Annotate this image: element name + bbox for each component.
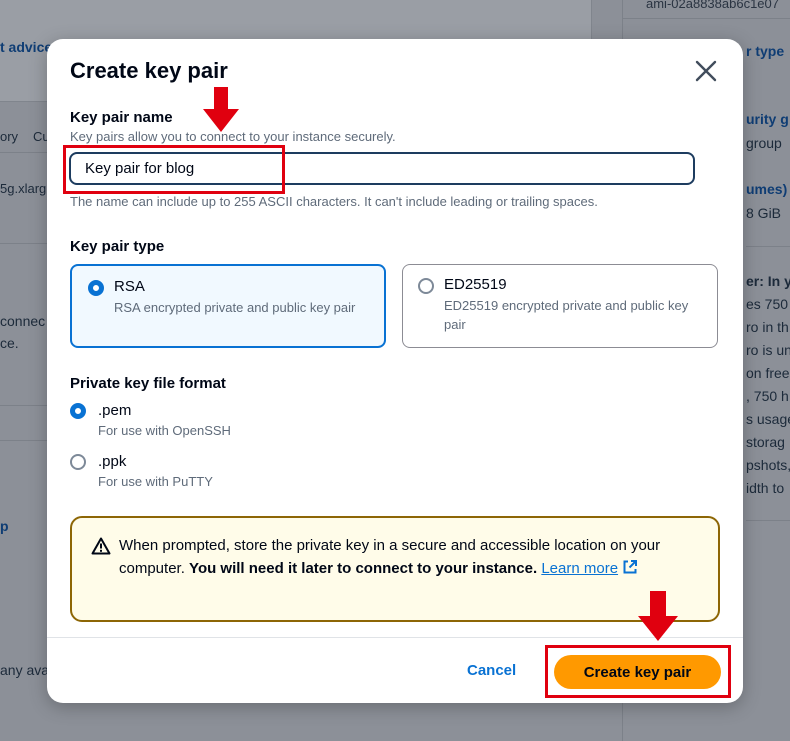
pem-radio[interactable] (70, 403, 86, 419)
divider (746, 520, 790, 521)
close-icon (695, 60, 717, 82)
ppk-radio[interactable] (70, 454, 86, 470)
bg-fragment: ro in th (746, 319, 789, 335)
file-format-label: Private key file format (70, 375, 226, 392)
pem-option-title: .pem (98, 402, 132, 419)
bg-fragment: p (0, 518, 9, 534)
modal-title: Create key pair (70, 58, 228, 83)
radio-selected[interactable] (88, 280, 104, 296)
bg-fragment: idth to (746, 480, 785, 496)
key-type-option-ed25519[interactable]: ED25519 ED25519 encrypted private and pu… (402, 264, 718, 348)
divider (0, 243, 47, 244)
bg-fragment: es 750 (746, 296, 789, 312)
bg-fragment: ce. (0, 335, 19, 351)
external-link-icon[interactable] (622, 559, 638, 575)
divider (0, 440, 47, 441)
alert-message: When prompted, store the private key in … (119, 534, 694, 580)
bg-fragment: pshots, (746, 457, 790, 473)
close-button[interactable] (691, 56, 721, 86)
divider (0, 405, 47, 406)
pem-option-description: For use with OpenSSH (98, 423, 231, 438)
bg-fragment: r type (746, 43, 785, 59)
option-description: RSA encrypted private and public key pai… (114, 300, 356, 315)
alert-bold-text: You will need it later to connect to you… (189, 560, 538, 577)
option-description: ED25519 encrypted private and public key… (444, 298, 689, 332)
bg-fragment: on free (746, 365, 790, 381)
highlight-box (545, 645, 731, 698)
warning-alert: When prompted, store the private key in … (70, 516, 720, 622)
bg-fragment: , 750 h (746, 388, 789, 404)
learn-more-link[interactable]: Learn more (541, 560, 618, 577)
key-pair-type-label: Key pair type (70, 238, 165, 255)
bg-fragment: t advice (0, 39, 53, 55)
bg-fragment: any ava (0, 662, 50, 678)
arrow-down-icon (638, 591, 678, 641)
key-type-option-rsa[interactable]: RSA RSA encrypted private and public key… (70, 264, 386, 348)
bg-fragment: er: In y (746, 273, 790, 289)
bg-fragment: 5g.xlarg (0, 181, 47, 196)
learn-more-label: Learn more (541, 560, 619, 577)
bg-fragment: ory (0, 129, 19, 144)
ppk-option-description: For use with PuTTY (98, 474, 213, 489)
ppk-option-title: .ppk (98, 453, 127, 470)
option-title: ED25519 (444, 276, 507, 293)
arrow-down-icon (203, 87, 239, 132)
cancel-button[interactable]: Cancel (467, 662, 516, 679)
bg-fragment: connec (0, 313, 46, 329)
warning-icon (91, 537, 111, 555)
ami-id: ami-02a8838ab6c1e07 (646, 0, 779, 11)
bg-fragment: storag (746, 434, 785, 450)
bg-fragment: s usage (746, 411, 790, 427)
bg-fragment: ro is un (746, 342, 790, 358)
bg-fragment: urity g (746, 111, 789, 127)
bg-fragment: umes) (746, 181, 788, 197)
key-pair-name-label: Key pair name (70, 109, 173, 126)
divider (622, 18, 790, 19)
divider (0, 152, 47, 153)
radio-unselected[interactable] (418, 278, 434, 294)
bg-fragment: group (746, 135, 782, 151)
divider (746, 246, 790, 247)
bg-fragment: 8 GiB (746, 205, 782, 221)
key-pair-name-constraint: The name can include up to 255 ASCII cha… (70, 194, 598, 209)
highlight-box (63, 145, 285, 194)
option-title: RSA (114, 278, 145, 295)
